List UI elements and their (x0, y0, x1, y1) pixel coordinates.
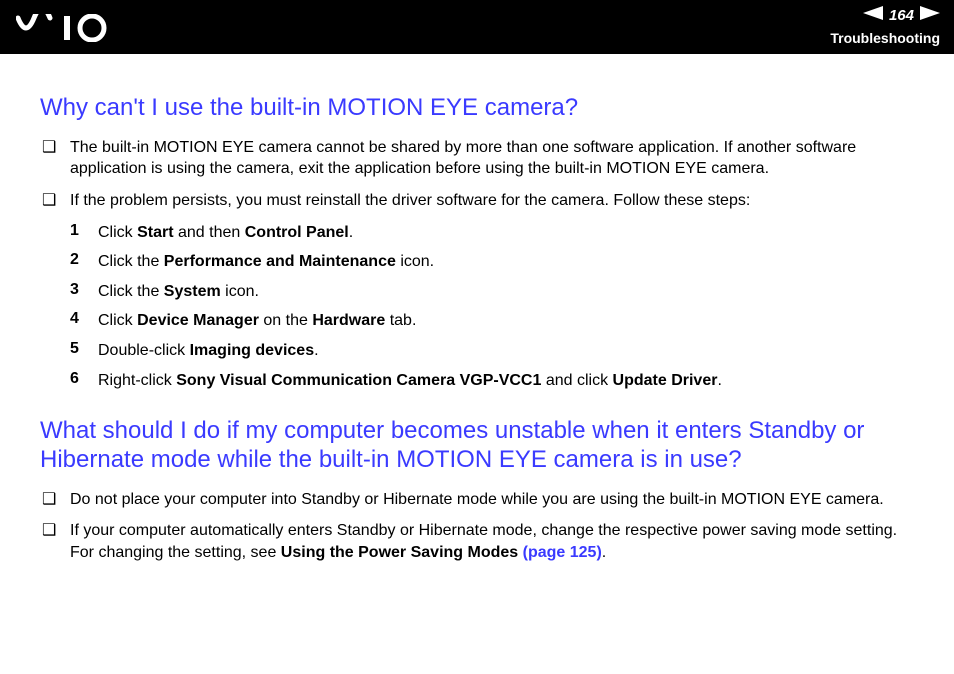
step-text: Click Device Manager on the Hardware tab… (98, 310, 914, 332)
bullet-text: Do not place your computer into Standby … (70, 489, 914, 511)
bullet-text: The built-in MOTION EYE camera cannot be… (70, 137, 914, 180)
text-bold: Using the Power Saving Modes (281, 544, 523, 561)
step-item: 4Click Device Manager on the Hardware ta… (40, 310, 914, 332)
header-bar: 164 Troubleshooting (0, 0, 954, 54)
bullet-icon: ❑ (42, 489, 56, 511)
text-fragment: . (602, 544, 606, 561)
step-text: Double-click Imaging devices. (98, 340, 914, 362)
bullet-text: If your computer automatically enters St… (70, 520, 914, 563)
step-text: Click the Performance and Maintenance ic… (98, 251, 914, 273)
question-1-title: Why can't I use the built-in MOTION EYE … (40, 94, 914, 123)
bullet-item: ❑ If the problem persists, you must rein… (40, 190, 914, 212)
step-item: 5Double-click Imaging devices. (40, 340, 914, 362)
bullet-icon: ❑ (42, 520, 56, 542)
question-2-title: What should I do if my computer becomes … (40, 417, 914, 475)
page-nav: 164 (863, 6, 940, 25)
step-item: 1Click Start and then Control Panel. (40, 222, 914, 244)
step-number: 2 (70, 251, 98, 269)
bullet-icon: ❑ (42, 137, 56, 159)
page-number: 164 (889, 7, 914, 24)
vaio-logo (16, 14, 126, 47)
page-cross-ref[interactable]: (page 125) (523, 544, 602, 561)
step-number: 4 (70, 310, 98, 328)
step-item: 2Click the Performance and Maintenance i… (40, 251, 914, 273)
step-number: 5 (70, 340, 98, 358)
step-item: 6Right-click Sony Visual Communication C… (40, 370, 914, 392)
step-number: 1 (70, 222, 98, 240)
bullet-text: If the problem persists, you must reinst… (70, 190, 914, 212)
bullet-icon: ❑ (42, 190, 56, 212)
bullet-item: ❑ Do not place your computer into Standb… (40, 489, 914, 511)
bullet-item: ❑ If your computer automatically enters … (40, 520, 914, 563)
nav-next-icon[interactable] (920, 6, 940, 25)
page-content: Why can't I use the built-in MOTION EYE … (0, 54, 954, 564)
step-text: Right-click Sony Visual Communication Ca… (98, 370, 914, 392)
nav-prev-icon[interactable] (863, 6, 883, 25)
step-item: 3Click the System icon. (40, 281, 914, 303)
step-text: Click Start and then Control Panel. (98, 222, 914, 244)
step-number: 3 (70, 281, 98, 299)
step-text: Click the System icon. (98, 281, 914, 303)
bullet-item: ❑ The built-in MOTION EYE camera cannot … (40, 137, 914, 180)
section-name: Troubleshooting (830, 30, 940, 46)
step-number: 6 (70, 370, 98, 388)
